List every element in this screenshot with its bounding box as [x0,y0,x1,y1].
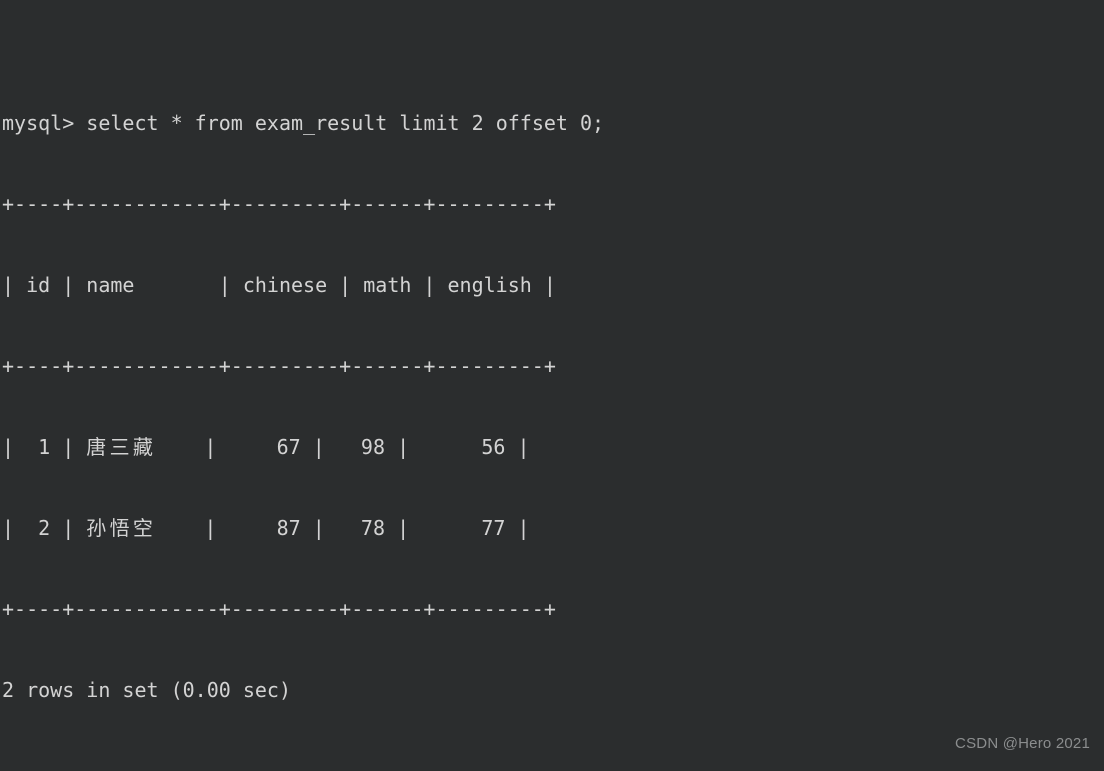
table-rule-header: +----+------------+---------+------+----… [2,354,556,378]
cell-name: 唐三藏 [86,435,157,459]
cell-chinese: 67 [216,435,301,459]
command-line: mysql> select * from exam_result limit 2… [2,110,604,137]
cell-english: 56 [409,435,506,459]
cell-pipe: | [385,516,410,540]
cell-math: 78 [324,516,386,540]
cell-english: 77 [409,516,506,540]
watermark-label: CSDN @Hero 2021 [955,735,1090,752]
terminal-screen: mysql> select * from exam_result limit 2… [2,2,604,771]
terminal-window[interactable]: mysql> select * from exam_result limit 2… [0,0,1104,771]
cell-pipe: | [505,435,530,459]
cell-id: 1 [14,435,51,459]
cell-name-pad [156,516,204,540]
cell-pipe: | [50,516,87,540]
table-row: | 2 | 孙悟空 | 87 | 78 | 77 | [2,515,604,542]
cell-pipe: | [204,516,217,540]
cell-pipe: | [2,516,15,540]
cell-math: 98 [324,435,386,459]
cell-pipe: | [300,516,325,540]
cell-pipe: | [50,435,87,459]
table-rule-bottom: +----+------------+---------+------+----… [2,597,556,621]
cell-pipe: | [385,435,410,459]
cell-pipe: | [204,435,217,459]
cell-name: 孙悟空 [86,516,157,540]
table-rule-top: +----+------------+---------+------+----… [2,192,556,216]
cell-id: 2 [14,516,51,540]
table-header-row: | id | name | chinese | math | english | [2,273,556,297]
cell-chinese: 87 [216,516,301,540]
status-line: 2 rows in set (0.00 sec) [2,678,291,702]
prompt-label: mysql> [2,111,87,135]
table-row: | 1 | 唐三藏 | 67 | 98 | 56 | [2,434,604,461]
cell-pipe: | [300,435,325,459]
command-text: select * from exam_result limit 2 offset… [86,111,605,135]
cell-pipe: | [505,516,530,540]
cell-pipe: | [2,435,15,459]
cell-name-pad [156,435,204,459]
